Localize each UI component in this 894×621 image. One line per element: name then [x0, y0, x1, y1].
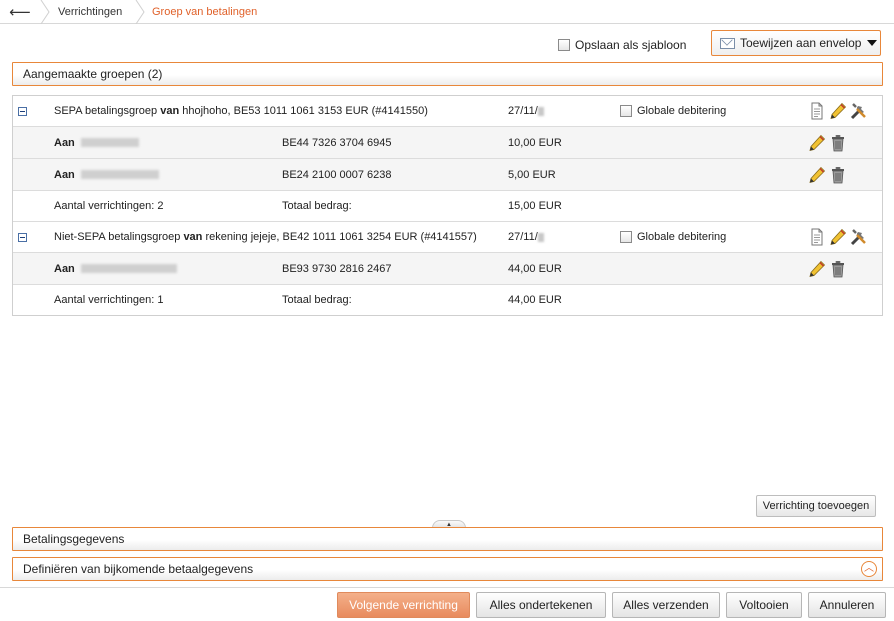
save-as-template-label: Opslaan als sjabloon: [575, 38, 687, 52]
trash-icon[interactable]: [829, 166, 847, 184]
group-date: 27/11/: [508, 96, 544, 126]
save-as-template-checkbox[interactable]: [558, 39, 570, 51]
transaction-recipient: Aan: [54, 253, 177, 284]
breadcrumb-separator: [40, 0, 50, 24]
total-label: Totaal bedrag:: [282, 294, 352, 306]
recipient-label: Aan: [54, 136, 75, 149]
transaction-count: Aantal verrichtingen: 2: [54, 200, 164, 212]
extra-details-section-header[interactable]: Definiëren van bijkomende betaalgegevens…: [12, 557, 883, 581]
group-date-text: 27/11/: [508, 105, 538, 117]
transaction-account: BE24 2100 0007 6238: [282, 168, 392, 181]
group-title-bold: van: [160, 105, 180, 117]
back-arrow-icon[interactable]: ⟵: [0, 0, 40, 24]
group-summary-row: Aantal verrichtingen: 2 Totaal bedrag: 1…: [13, 191, 882, 222]
tools-icon[interactable]: [850, 102, 868, 120]
dropdown-caret-icon: [867, 40, 878, 46]
group-title-prefix: Niet-SEPA betalingsgroep: [54, 231, 181, 243]
group-title-rest: rekening jejeje, BE42 1011 1061 3254 EUR…: [205, 231, 477, 243]
payment-details-section-header[interactable]: Betalingsgegevens: [12, 527, 883, 551]
redacted-value: [80, 264, 177, 273]
extra-details-title: Definiëren van bijkomende betaalgegevens: [23, 562, 254, 576]
global-debit-label: Globale debitering: [637, 231, 727, 243]
transaction-actions: [808, 159, 847, 190]
transaction-row: Aan BE44 7326 3704 6945 10,00 EUR: [13, 127, 882, 159]
collapse-icon[interactable]: [18, 96, 27, 126]
group-title-bold: van: [183, 231, 203, 243]
group-summary-row: Aantal verrichtingen: 1 Totaal bedrag: 4…: [13, 285, 882, 315]
transaction-row: Aan BE24 2100 0007 6238 5,00 EUR: [13, 159, 882, 191]
trash-icon[interactable]: [829, 134, 847, 152]
global-debit-label: Globale debitering: [637, 105, 727, 117]
chevron-up-icon[interactable]: ︿: [861, 561, 877, 577]
transaction-amount: 10,00 EUR: [508, 136, 562, 149]
transaction-amount: 44,00 EUR: [508, 262, 562, 275]
pencil-icon[interactable]: [808, 260, 826, 278]
group-title: Niet-SEPA betalingsgroep van rekening je…: [54, 222, 477, 252]
group-date-text: 27/11/: [508, 231, 538, 243]
total-label: Totaal bedrag:: [282, 200, 352, 212]
group-row: Niet-SEPA betalingsgroep van rekening je…: [13, 222, 882, 253]
document-icon[interactable]: [808, 228, 826, 246]
group-date: 27/11/: [508, 222, 544, 252]
tools-icon[interactable]: [850, 228, 868, 246]
transaction-recipient: Aan: [54, 127, 139, 158]
recipient-label: Aan: [54, 262, 75, 275]
add-transaction-button[interactable]: Verrichting toevoegen: [756, 495, 876, 517]
global-debit-checkbox[interactable]: [620, 105, 632, 117]
transaction-account: BE93 9730 2816 2467: [282, 262, 392, 275]
group-title: SEPA betalingsgroep van hhojhoho, BE53 1…: [54, 96, 428, 126]
cancel-button[interactable]: Annuleren: [808, 592, 886, 618]
redacted-value: [537, 232, 544, 242]
sign-all-button[interactable]: Alles ondertekenen: [476, 592, 606, 618]
breadcrumb: ⟵ Verrichtingen Groep van betalingen: [0, 0, 894, 24]
send-all-button[interactable]: Alles verzenden: [612, 592, 720, 618]
breadcrumb-item-verrichtingen[interactable]: Verrichtingen: [58, 0, 122, 24]
footer-divider: [0, 587, 894, 588]
envelope-icon: [720, 37, 735, 49]
pencil-icon[interactable]: [808, 134, 826, 152]
global-debit-option[interactable]: Globale debitering: [620, 222, 726, 252]
total-amount: 44,00 EUR: [508, 294, 562, 306]
recipient-label: Aan: [54, 168, 75, 181]
group-title-prefix: SEPA betalingsgroep: [54, 105, 158, 117]
group-actions: [808, 96, 868, 126]
payment-details-title: Betalingsgegevens: [23, 532, 125, 546]
pencil-icon[interactable]: [829, 102, 847, 120]
breadcrumb-separator: [135, 0, 145, 24]
transaction-recipient: Aan: [54, 159, 159, 190]
pencil-icon[interactable]: [829, 228, 847, 246]
transaction-row: Aan BE93 9730 2816 2467 44,00 EUR: [13, 253, 882, 285]
next-transaction-button[interactable]: Volgende verrichting: [337, 592, 470, 618]
collapse-icon[interactable]: [18, 222, 27, 252]
total-amount: 15,00 EUR: [508, 200, 562, 212]
transaction-amount: 5,00 EUR: [508, 168, 556, 181]
complete-button[interactable]: Voltooien: [726, 592, 802, 618]
transaction-account: BE44 7326 3704 6945: [282, 136, 392, 149]
save-as-template-option[interactable]: Opslaan als sjabloon: [558, 37, 686, 53]
trash-icon[interactable]: [829, 260, 847, 278]
pencil-icon[interactable]: [808, 166, 826, 184]
redacted-value: [80, 170, 159, 179]
global-debit-checkbox[interactable]: [620, 231, 632, 243]
redacted-value: [80, 138, 139, 147]
document-icon[interactable]: [808, 102, 826, 120]
group-row: SEPA betalingsgroep van hhojhoho, BE53 1…: [13, 96, 882, 127]
group-actions: [808, 222, 868, 252]
transaction-actions: [808, 127, 847, 158]
groups-section-title: Aangemaakte groepen (2): [23, 67, 163, 81]
group-title-rest: hhojhoho, BE53 1011 1061 3153 EUR (#4141…: [182, 105, 428, 117]
transaction-actions: [808, 253, 847, 284]
redacted-value: [537, 106, 544, 116]
assign-envelope-button[interactable]: Toewijzen aan envelop: [711, 30, 881, 56]
global-debit-option[interactable]: Globale debitering: [620, 96, 726, 126]
groups-section-header[interactable]: Aangemaakte groepen (2): [12, 62, 883, 86]
assign-envelope-label: Toewijzen aan envelop: [740, 36, 862, 50]
groups-table: SEPA betalingsgroep van hhojhoho, BE53 1…: [12, 95, 883, 316]
transaction-count: Aantal verrichtingen: 1: [54, 294, 164, 306]
breadcrumb-item-groep: Groep van betalingen: [152, 6, 258, 18]
